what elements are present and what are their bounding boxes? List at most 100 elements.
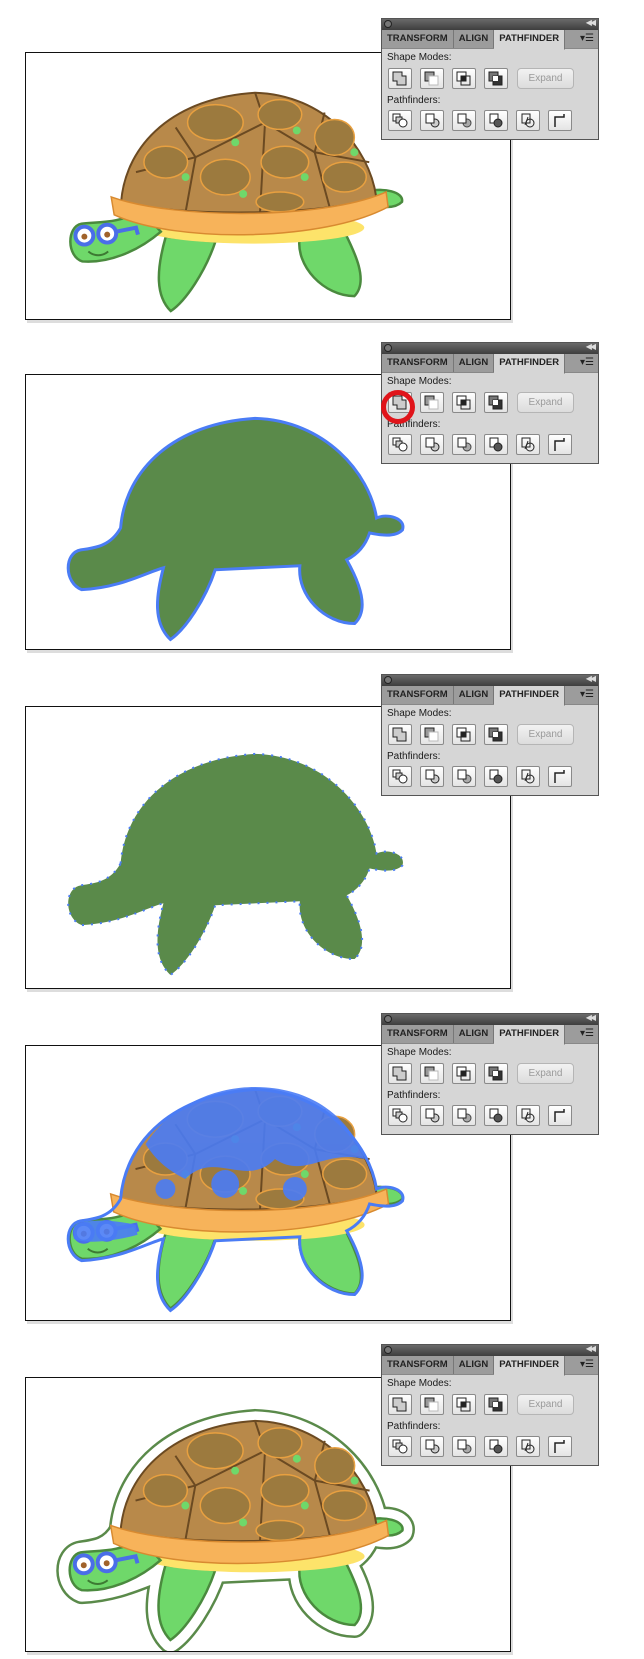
tab-pathfinder[interactable]: PATHFINDER: [494, 1356, 566, 1376]
crop-icon: [489, 437, 503, 452]
minus-back-button[interactable]: [548, 1436, 572, 1457]
expand-button[interactable]: Expand: [517, 1394, 574, 1415]
outline-button[interactable]: [516, 434, 540, 455]
panel-menu-icon[interactable]: ▾☰: [580, 30, 594, 48]
tab-pathfinder[interactable]: PATHFINDER: [494, 30, 566, 50]
intersect-button[interactable]: [452, 1394, 476, 1415]
tab-pathfinder[interactable]: PATHFINDER: [494, 354, 566, 374]
panel-menu-icon[interactable]: ▾☰: [580, 354, 594, 372]
exclude-button[interactable]: [484, 724, 508, 745]
unite-button[interactable]: [388, 68, 412, 89]
panel-menu-icon[interactable]: ▾☰: [580, 1025, 594, 1043]
crop-button[interactable]: [484, 110, 508, 131]
merge-icon: [457, 769, 472, 784]
intersect-button[interactable]: [452, 392, 476, 413]
unite-icon: [392, 1397, 407, 1412]
minus-front-button[interactable]: [420, 1063, 444, 1084]
divide-button[interactable]: [388, 1436, 412, 1457]
tab-pathfinder[interactable]: PATHFINDER: [494, 1025, 566, 1045]
exclude-button[interactable]: [484, 392, 508, 413]
tab-transform[interactable]: TRANSFORM: [382, 686, 454, 704]
intersect-button[interactable]: [452, 1063, 476, 1084]
merge-button[interactable]: [452, 1436, 476, 1457]
outline-button[interactable]: [516, 110, 540, 131]
minus-back-button[interactable]: [548, 110, 572, 131]
divide-button[interactable]: [388, 766, 412, 787]
trim-icon: [425, 1108, 440, 1123]
exclude-icon: [488, 727, 503, 742]
collapse-icon[interactable]: ◀◀: [586, 18, 596, 27]
tab-align[interactable]: ALIGN: [454, 30, 495, 48]
merge-button[interactable]: [452, 766, 476, 787]
collapse-icon[interactable]: ◀◀: [586, 1013, 596, 1022]
close-icon[interactable]: [384, 1346, 392, 1354]
tab-transform[interactable]: TRANSFORM: [382, 1356, 454, 1374]
panel-titlebar[interactable]: ◀◀: [382, 342, 598, 354]
minus-front-icon: [424, 727, 439, 742]
trim-button[interactable]: [420, 1105, 444, 1126]
close-icon[interactable]: [384, 1015, 392, 1023]
unite-button[interactable]: [388, 1063, 412, 1084]
outline-icon: [521, 113, 535, 128]
trim-button[interactable]: [420, 766, 444, 787]
panel-titlebar[interactable]: ◀◀: [382, 674, 598, 686]
minus-back-button[interactable]: [548, 766, 572, 787]
intersect-button[interactable]: [452, 68, 476, 89]
panel-titlebar[interactable]: ◀◀: [382, 18, 598, 30]
expand-button[interactable]: Expand: [517, 392, 574, 413]
panel-menu-icon[interactable]: ▾☰: [580, 686, 594, 704]
exclude-button[interactable]: [484, 1394, 508, 1415]
minus-front-button[interactable]: [420, 1394, 444, 1415]
close-icon[interactable]: [384, 20, 392, 28]
tab-align[interactable]: ALIGN: [454, 354, 495, 372]
tab-pathfinder[interactable]: PATHFINDER: [494, 686, 566, 706]
merge-button[interactable]: [452, 1105, 476, 1126]
tab-transform[interactable]: TRANSFORM: [382, 354, 454, 372]
divide-button[interactable]: [388, 110, 412, 131]
pathfinders-label: Pathfinders:: [387, 751, 441, 762]
tab-transform[interactable]: TRANSFORM: [382, 1025, 454, 1043]
panel-menu-icon[interactable]: ▾☰: [580, 1356, 594, 1374]
expand-button[interactable]: Expand: [517, 68, 574, 89]
minus-front-button[interactable]: [420, 724, 444, 745]
close-icon[interactable]: [384, 344, 392, 352]
crop-button[interactable]: [484, 766, 508, 787]
exclude-button[interactable]: [484, 68, 508, 89]
crop-button[interactable]: [484, 1436, 508, 1457]
unite-button[interactable]: [388, 724, 412, 745]
trim-button[interactable]: [420, 434, 444, 455]
tab-transform[interactable]: TRANSFORM: [382, 30, 454, 48]
tab-align[interactable]: ALIGN: [454, 1025, 495, 1043]
panel-titlebar[interactable]: ◀◀: [382, 1013, 598, 1025]
merge-button[interactable]: [452, 434, 476, 455]
outline-button[interactable]: [516, 1105, 540, 1126]
collapse-icon[interactable]: ◀◀: [586, 342, 596, 351]
intersect-icon: [456, 727, 471, 742]
outline-button[interactable]: [516, 1436, 540, 1457]
crop-button[interactable]: [484, 434, 508, 455]
divide-button[interactable]: [388, 434, 412, 455]
collapse-icon[interactable]: ◀◀: [586, 674, 596, 683]
tab-align[interactable]: ALIGN: [454, 1356, 495, 1374]
unite-button[interactable]: [388, 1394, 412, 1415]
pathfinder-panel-step-1: ◀◀ TRANSFORM ALIGN PATHFINDER ▾☰ Shape M…: [381, 18, 599, 140]
expand-button[interactable]: Expand: [517, 1063, 574, 1084]
trim-button[interactable]: [420, 1436, 444, 1457]
collapse-icon[interactable]: ◀◀: [586, 1344, 596, 1353]
crop-button[interactable]: [484, 1105, 508, 1126]
minus-front-button[interactable]: [420, 68, 444, 89]
expand-button[interactable]: Expand: [517, 724, 574, 745]
divide-button[interactable]: [388, 1105, 412, 1126]
intersect-button[interactable]: [452, 724, 476, 745]
crop-icon: [489, 1108, 503, 1123]
minus-back-button[interactable]: [548, 434, 572, 455]
outline-button[interactable]: [516, 766, 540, 787]
exclude-button[interactable]: [484, 1063, 508, 1084]
close-icon[interactable]: [384, 676, 392, 684]
minus-front-button[interactable]: [420, 392, 444, 413]
panel-titlebar[interactable]: ◀◀: [382, 1344, 598, 1356]
minus-back-button[interactable]: [548, 1105, 572, 1126]
tab-align[interactable]: ALIGN: [454, 686, 495, 704]
merge-button[interactable]: [452, 110, 476, 131]
trim-button[interactable]: [420, 110, 444, 131]
